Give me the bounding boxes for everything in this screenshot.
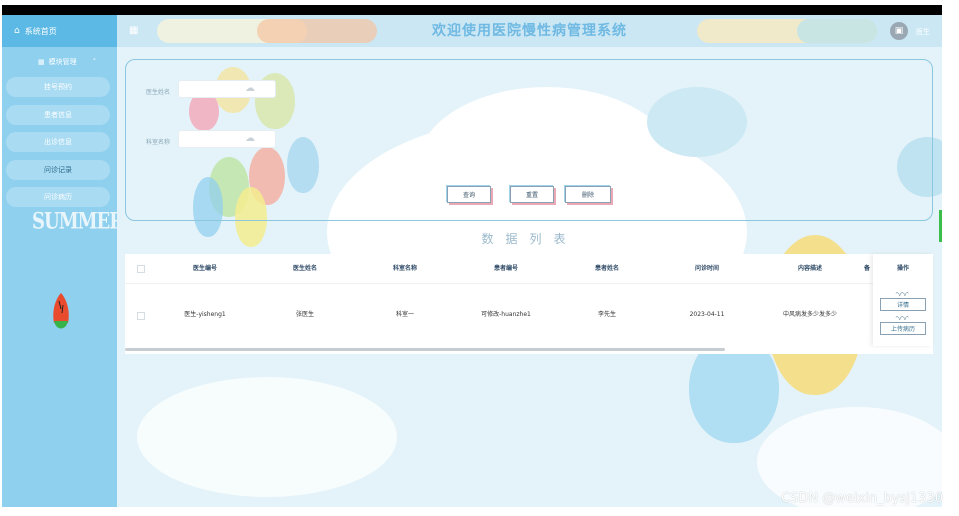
app-window: ⌂ 系统首页 ▦ 模块管理 ˄ 挂号预约 患者信息 出诊信息 问诊记录 问诊病历… — [2, 5, 942, 507]
chevron-up-icon: ˄ — [92, 58, 97, 66]
list-title: 数据列表 — [481, 232, 578, 246]
sidebar-group-modules[interactable]: ▦ 模块管理 ˄ — [2, 53, 117, 71]
column-header: 患者编号 — [493, 265, 518, 272]
row-checkbox[interactable] — [137, 312, 145, 320]
operation-column: 操作 ^v^v^ 详情 ^v^v^ 上传病历 — [873, 254, 933, 346]
table-cell: 科室一 — [395, 311, 414, 318]
sidebar-group-label: 模块管理 — [48, 58, 77, 66]
doctor-name-label: 医生姓名 — [146, 89, 171, 96]
sidebar-home-label: 系统首页 — [24, 26, 57, 36]
sidebar-decor-text: SUMMER — [32, 208, 124, 235]
department-name-input[interactable]: ☁ — [178, 130, 276, 148]
sidebar-item-label: 问诊病历 — [44, 193, 72, 201]
table-cell: 可修改-huanzhe1 — [481, 311, 531, 318]
watermark: CSDN @weixin_bysj1330 — [781, 491, 943, 506]
sidebar-item-visits[interactable]: 出诊信息 — [6, 132, 110, 152]
department-name-label: 科室名称 — [146, 139, 171, 146]
popsicle-icon — [53, 293, 69, 329]
grid-icon: ▦ — [38, 58, 45, 66]
column-header: 医生编号 — [192, 265, 217, 272]
cloud-icon: ☁ — [245, 133, 255, 144]
sidebar-item-appointment[interactable]: 挂号预约 — [6, 77, 110, 97]
reset-button[interactable]: 重置 — [510, 186, 554, 203]
table-scrollbar[interactable] — [125, 348, 725, 351]
user-name[interactable]: 医生 — [916, 27, 930, 37]
table-cell: 李先生 — [597, 311, 616, 318]
table-cell: 中风病发多少发多少 — [782, 311, 837, 318]
delete-button[interactable]: 删除 — [565, 186, 611, 203]
page-title: 欢迎使用医院慢性病管理系统 — [432, 23, 627, 39]
main-content: 医生姓名 ☁ 科室名称 ☁ 查询 重置 删除 数据列表 医生编号 医生姓名 科室… — [117, 47, 942, 507]
upload-record-button[interactable]: 上传病历 — [880, 322, 926, 335]
table-cell: 2023-04-11 — [689, 311, 725, 318]
sidebar-item-consult-records[interactable]: 问诊记录 — [6, 160, 110, 180]
doctor-name-input[interactable]: ☁ — [178, 80, 276, 98]
cloud-decor — [137, 377, 397, 497]
table-header: 医生编号 医生姓名 科室名称 患者编号 患者姓名 问诊时间 内容描述 备 — [125, 254, 933, 284]
sidebar-item-label: 患者信息 — [44, 111, 72, 119]
select-all-checkbox[interactable] — [137, 265, 145, 273]
home-icon: ⌂ — [14, 26, 20, 36]
operation-header: 操作 — [896, 265, 909, 272]
sidebar-item-patients[interactable]: 患者信息 — [6, 105, 110, 125]
column-header: 问诊时间 — [694, 265, 719, 272]
edge-indicator — [939, 210, 942, 242]
detail-button[interactable]: 详情 — [880, 298, 926, 311]
sidebar-item-label: 挂号预约 — [44, 83, 72, 91]
table-cell: 医生-yisheng1 — [184, 311, 226, 318]
cloud-icon: ☁ — [245, 83, 255, 94]
column-header: 医生姓名 — [292, 265, 317, 272]
column-header: 科室名称 — [392, 265, 417, 272]
window-top-bar — [2, 5, 942, 15]
data-table: 医生编号 医生姓名 科室名称 患者编号 患者姓名 问诊时间 内容描述 备 医生-… — [125, 254, 933, 354]
sidebar-item-medical-records[interactable]: 问诊病历 — [6, 187, 110, 207]
query-button[interactable]: 查询 — [447, 186, 491, 203]
column-header: 患者姓名 — [594, 265, 619, 272]
sidebar: ⌂ 系统首页 ▦ 模块管理 ˄ 挂号预约 患者信息 出诊信息 问诊记录 问诊病历… — [2, 5, 124, 507]
header-bar: ▦ 欢迎使用医院慢性病管理系统 ▣ 医生 — [117, 15, 942, 47]
sidebar-item-label: 出诊信息 — [44, 138, 72, 146]
search-panel: 医生姓名 ☁ 科室名称 ☁ 查询 重置 删除 — [125, 59, 933, 221]
sidebar-home[interactable]: ⌂ 系统首页 — [2, 15, 117, 47]
sidebar-item-label: 问诊记录 — [44, 166, 72, 174]
column-header: 内容描述 — [797, 265, 822, 272]
table-cell: 张医生 — [295, 311, 314, 318]
avatar[interactable]: ▣ — [890, 22, 908, 40]
